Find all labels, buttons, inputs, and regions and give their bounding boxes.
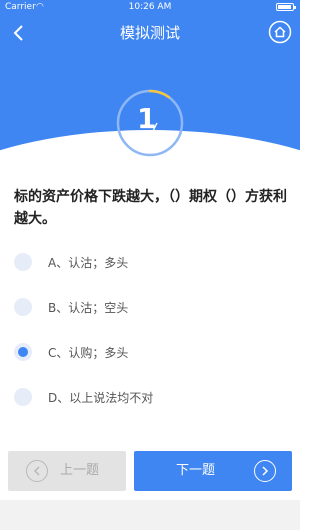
option-label: C、认购；多头: [48, 346, 129, 360]
option-b[interactable]: B、认沽；空头: [14, 295, 284, 319]
battery-icon: [276, 3, 296, 11]
status-bar: Carrier ◠ 10:26 AM: [0, 0, 300, 14]
option-c[interactable]: C、认购；多头: [14, 340, 284, 364]
progress-total: 10: [158, 130, 171, 141]
option-radio[interactable]: [14, 253, 32, 271]
question-text: 标的资产价格下跌越大，（）期权（）方获利越大。: [14, 189, 287, 227]
prev-question-button[interactable]: 上一题: [8, 451, 126, 491]
prev-question-label: 上一题: [60, 463, 100, 478]
status-time: 10:26 AM: [128, 2, 172, 12]
home-button[interactable]: [268, 20, 292, 44]
chevron-right-circle-icon: [254, 460, 276, 482]
chevron-right-icon: [262, 466, 269, 476]
option-radio[interactable]: [14, 343, 32, 361]
next-question-button[interactable]: 下一题: [134, 451, 292, 491]
option-d[interactable]: D、以上说法均不对: [14, 385, 284, 409]
option-label: A、认沽；多头: [48, 256, 129, 270]
option-radio[interactable]: [14, 388, 32, 406]
page-title: 模拟测试: [119, 24, 180, 42]
footer-bottom-band: [0, 500, 300, 530]
option-radio[interactable]: [14, 298, 32, 316]
option-a[interactable]: A、认沽；多头: [14, 250, 284, 274]
chevron-left-circle-icon: [26, 460, 48, 482]
option-label: D、以上说法均不对: [48, 391, 154, 405]
option-label: B、认沽；空头: [48, 301, 129, 315]
next-question-label: 下一题: [176, 463, 216, 478]
chevron-left-icon: [33, 466, 40, 476]
home-icon: [268, 20, 292, 44]
